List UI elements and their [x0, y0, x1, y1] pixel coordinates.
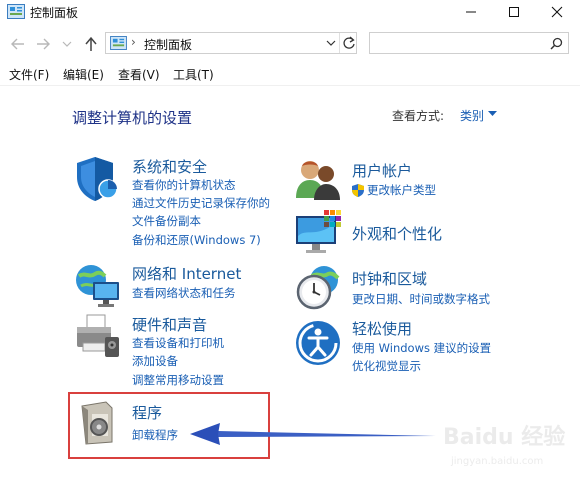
category-appearance[interactable]: 外观和个性化 — [352, 223, 442, 244]
link-backup-restore[interactable]: 备份和还原(Windows 7) — [132, 232, 261, 249]
recent-locations-button[interactable] — [60, 35, 74, 53]
menu-file[interactable]: 文件(F) — [9, 66, 49, 83]
breadcrumb-separator: › — [131, 35, 136, 49]
category-user-accounts[interactable]: 用户帐户 — [352, 160, 412, 181]
divider — [339, 33, 340, 53]
uac-shield-icon — [352, 184, 364, 197]
menu-tools[interactable]: 工具(T) — [173, 66, 214, 83]
shield-icon — [77, 157, 118, 201]
printer-icon — [77, 314, 119, 357]
category-ease-of-access[interactable]: 轻松使用 — [352, 318, 412, 339]
link-network-status[interactable]: 查看网络状态和任务 — [132, 285, 236, 302]
category-network-internet[interactable]: 网络和 Internet — [132, 263, 241, 284]
ease-of-access-icon — [296, 321, 340, 365]
maximize-button[interactable] — [494, 0, 534, 24]
watermark-brand: Baidu 经验 — [443, 424, 565, 450]
page-title: 调整计算机的设置 — [72, 109, 193, 127]
link-file-backup[interactable]: 文件备份副本 — [132, 213, 201, 230]
link-file-history[interactable]: 通过文件历史记录保存你的 — [132, 195, 270, 212]
chevron-down-icon — [62, 41, 72, 47]
up-icon — [85, 36, 97, 51]
close-button[interactable] — [537, 0, 577, 24]
minimize-icon — [466, 11, 476, 13]
close-icon — [551, 6, 563, 18]
back-icon — [11, 38, 24, 50]
forward-icon — [37, 38, 50, 50]
link-devices-printers[interactable]: 查看设备和打印机 — [132, 335, 224, 352]
clock-icon — [296, 266, 340, 310]
search-icon — [550, 37, 563, 50]
baidu-watermark: Baidu 经验 jingyan.baidu.com — [443, 424, 565, 467]
forward-button[interactable] — [34, 35, 52, 53]
breadcrumb-control-panel[interactable]: 控制面板 — [144, 36, 192, 53]
dropdown-arrow-icon[interactable] — [488, 111, 497, 117]
title-bar: 控制面板 — [0, 0, 580, 28]
view-by-dropdown[interactable]: 类别 — [460, 107, 484, 124]
maximize-icon — [509, 7, 519, 17]
menu-edit[interactable]: 编辑(E) — [63, 66, 104, 83]
network-icon — [76, 265, 119, 307]
link-mobility-settings[interactable]: 调整常用移动设置 — [132, 372, 224, 389]
link-add-device[interactable]: 添加设备 — [132, 353, 178, 370]
chevron-down-icon[interactable] — [326, 40, 336, 47]
window-title: 控制面板 — [30, 6, 79, 20]
address-bar[interactable]: › 控制面板 — [105, 32, 357, 54]
link-change-account-type[interactable]: 更改帐户类型 — [367, 182, 436, 199]
refresh-icon[interactable] — [342, 36, 356, 50]
minimize-button[interactable] — [451, 0, 491, 24]
back-button[interactable] — [9, 35, 27, 53]
link-optimize-visual-display[interactable]: 优化视觉显示 — [352, 358, 421, 375]
watermark-url: jingyan.baidu.com — [450, 456, 543, 467]
users-icon — [296, 161, 340, 200]
search-input[interactable] — [369, 32, 569, 54]
menu-view[interactable]: 查看(V) — [118, 66, 160, 83]
link-view-computer-status[interactable]: 查看你的计算机状态 — [132, 177, 236, 194]
link-change-date-time[interactable]: 更改日期、时间或数字格式 — [352, 291, 490, 308]
category-clock-region[interactable]: 时钟和区域 — [352, 268, 427, 289]
control-panel-icon — [7, 4, 25, 19]
arrow-annotation — [190, 423, 436, 445]
control-panel-icon — [110, 36, 127, 50]
up-button[interactable] — [82, 35, 100, 53]
appearance-icon — [296, 210, 341, 253]
category-hardware-sound[interactable]: 硬件和声音 — [132, 314, 207, 335]
view-by-label: 查看方式: — [392, 109, 445, 123]
link-windows-suggested-settings[interactable]: 使用 Windows 建议的设置 — [352, 340, 491, 357]
category-system-security[interactable]: 系统和安全 — [132, 156, 207, 177]
